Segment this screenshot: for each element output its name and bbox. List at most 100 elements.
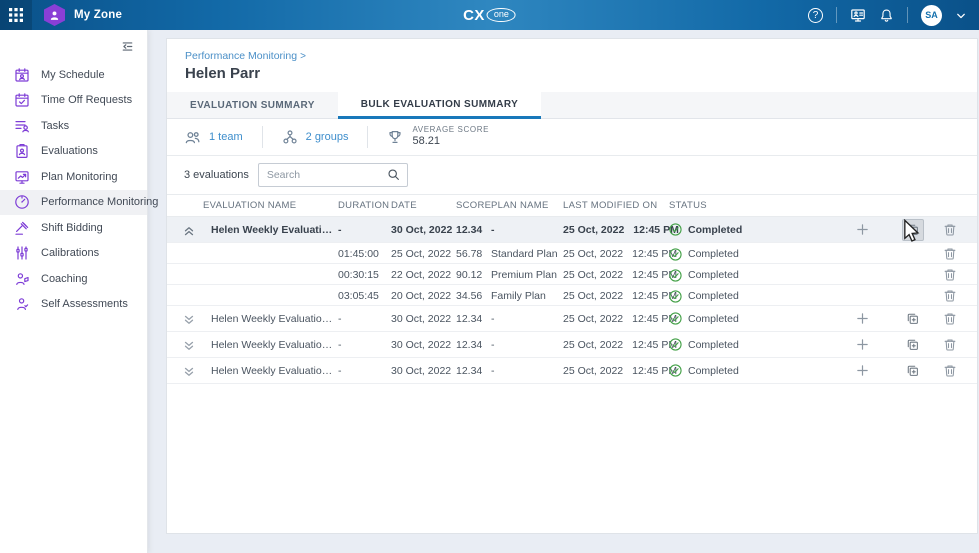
copy-evaluation-button[interactable] (902, 334, 924, 356)
completed-check-icon (669, 269, 682, 282)
delete-evaluation-button[interactable] (939, 285, 961, 307)
plan-name-cell: - (491, 224, 563, 236)
delete-evaluation-button[interactable] (939, 360, 961, 382)
delete-evaluation-button[interactable] (939, 219, 961, 241)
duration-cell: - (338, 339, 391, 351)
column-header-plan-name[interactable]: PLAN NAME (491, 200, 563, 211)
row-actions (849, 334, 961, 356)
notifications-button[interactable] (879, 8, 894, 23)
column-header-evaluation-name[interactable]: EVALUATION NAME (183, 200, 338, 211)
row-actions (849, 243, 961, 265)
breadcrumb-separator: > (300, 51, 306, 62)
modified-date: 25 Oct, 2022 (563, 339, 623, 351)
sidebar-item-coaching[interactable]: Coaching (0, 266, 147, 292)
evaluation-name-cell: Helen Weekly Evaluation - June 20 (211, 339, 338, 351)
modified-date: 25 Oct, 2022 (563, 248, 623, 260)
breadcrumb: Performance Monitoring > (167, 39, 977, 62)
search-input[interactable] (258, 163, 408, 187)
sidebar-item-evaluations[interactable]: Evaluations (0, 139, 147, 165)
breadcrumb-link[interactable]: Performance Monitoring (185, 50, 297, 62)
search-icon[interactable] (387, 168, 401, 182)
sidebar-item-tasks[interactable]: Tasks (0, 113, 147, 139)
tab-evaluation-summary[interactable]: EVALUATION SUMMARY (167, 92, 338, 119)
average-score-label: AVERAGE SCORE (412, 125, 489, 135)
completed-check-icon (669, 223, 682, 236)
groups-link[interactable]: 2 groups (282, 129, 349, 145)
status-cell: Completed (669, 269, 849, 282)
avatar[interactable]: SA (921, 5, 942, 26)
row-actions (849, 360, 961, 382)
plan-name-cell: Premium Plan (491, 269, 563, 281)
score-cell: 12.34 (456, 313, 491, 325)
sidebar-item-time-off-requests[interactable]: Time Off Requests (0, 88, 147, 114)
tab-bulk-evaluation-summary[interactable]: BULK EVALUATION SUMMARY (338, 92, 541, 119)
bell-icon (879, 8, 894, 23)
column-header-last-modified-on[interactable]: LAST MODIFIED ON (563, 200, 669, 211)
date-cell: 22 Oct, 2022 (391, 269, 456, 281)
table-row[interactable]: Helen Weekly Evaluation - June 20-30 Oct… (167, 358, 977, 384)
copy-evaluation-button[interactable] (902, 219, 924, 241)
sidebar-item-plan-monitoring[interactable]: Plan Monitoring (0, 164, 147, 190)
last-modified-cell: 25 Oct, 202212:45 PM (563, 313, 669, 325)
screen-share-button[interactable] (850, 7, 866, 23)
table-row[interactable]: Helen Weekly Evaluation - June 20-30 Oct… (167, 332, 977, 358)
cxone-logo-one: one (487, 8, 516, 22)
expand-row-button[interactable] (183, 339, 211, 351)
sidebar-menu: My ScheduleTime Off RequestsTasksEvaluat… (0, 62, 147, 317)
table-subrow[interactable]: 03:05:4520 Oct, 202234.56Family Plan25 O… (167, 285, 977, 306)
expand-row-button[interactable] (183, 313, 211, 325)
add-evaluation-button[interactable] (851, 334, 873, 356)
sidebar-item-shift-bidding[interactable]: Shift Bidding (0, 215, 147, 241)
delete-evaluation-button[interactable] (939, 264, 961, 286)
chevron-double-down-icon (183, 365, 195, 377)
sidebar-collapse-button[interactable] (120, 39, 135, 54)
date-cell: 30 Oct, 2022 (391, 365, 456, 377)
duration-cell: - (338, 313, 391, 325)
table-row[interactable]: Helen Weekly Evaluation - June...-30 Oct… (167, 217, 977, 243)
plan-name-cell: Family Plan (491, 290, 563, 302)
status-cell: Completed (669, 364, 849, 377)
delete-evaluation-button[interactable] (939, 308, 961, 330)
trash-icon (943, 312, 957, 326)
plan-monitoring-icon (14, 169, 30, 185)
sidebar-item-label: Performance Monitoring (41, 196, 158, 208)
user-menu-button[interactable] (955, 9, 967, 21)
status-label: Completed (688, 224, 742, 236)
table-subrow[interactable]: 01:45:0025 Oct, 202256.78Standard Plan25… (167, 243, 977, 264)
help-button[interactable]: ? (808, 8, 823, 23)
column-header-status[interactable]: STATUS (669, 200, 849, 211)
plus-icon (856, 364, 869, 377)
column-header-date[interactable]: DATE (391, 200, 456, 211)
status-label: Completed (688, 248, 739, 260)
row-actions (849, 219, 961, 241)
copy-evaluation-button[interactable] (902, 360, 924, 382)
help-icon: ? (808, 8, 823, 23)
topbar-divider (907, 7, 908, 23)
sidebar-item-calibrations[interactable]: Calibrations (0, 241, 147, 267)
add-evaluation-button[interactable] (851, 219, 873, 241)
collapse-row-button[interactable] (183, 224, 211, 236)
app-launcher-button[interactable] (0, 0, 32, 30)
delete-evaluation-button[interactable] (939, 334, 961, 356)
sidebar-item-self-assessments[interactable]: Self Assessments (0, 292, 147, 318)
copy-icon (906, 364, 920, 378)
delete-evaluation-button[interactable] (939, 243, 961, 265)
completed-check-icon (669, 364, 682, 377)
add-evaluation-button[interactable] (851, 308, 873, 330)
table-row[interactable]: Helen Weekly Evaluation - June 20-30 Oct… (167, 306, 977, 332)
column-header-score[interactable]: SCORE (456, 200, 491, 211)
tab-bar: EVALUATION SUMMARYBULK EVALUATION SUMMAR… (167, 92, 977, 119)
table-subrow[interactable]: 00:30:1522 Oct, 202290.12Premium Plan25 … (167, 264, 977, 285)
copy-evaluation-button[interactable] (902, 308, 924, 330)
trash-icon (943, 268, 957, 282)
column-header-duration[interactable]: DURATION (338, 200, 391, 211)
person-icon (48, 9, 61, 22)
date-cell: 30 Oct, 2022 (391, 224, 456, 236)
add-evaluation-button[interactable] (851, 360, 873, 382)
sidebar-item-performance-monitoring[interactable]: Performance Monitoring (0, 190, 147, 216)
expand-row-button[interactable] (183, 365, 211, 377)
team-link[interactable]: 1 team (184, 129, 243, 146)
sidebar-item-my-schedule[interactable]: My Schedule (0, 62, 147, 88)
copy-icon (906, 223, 920, 237)
plan-name-cell: - (491, 365, 563, 377)
